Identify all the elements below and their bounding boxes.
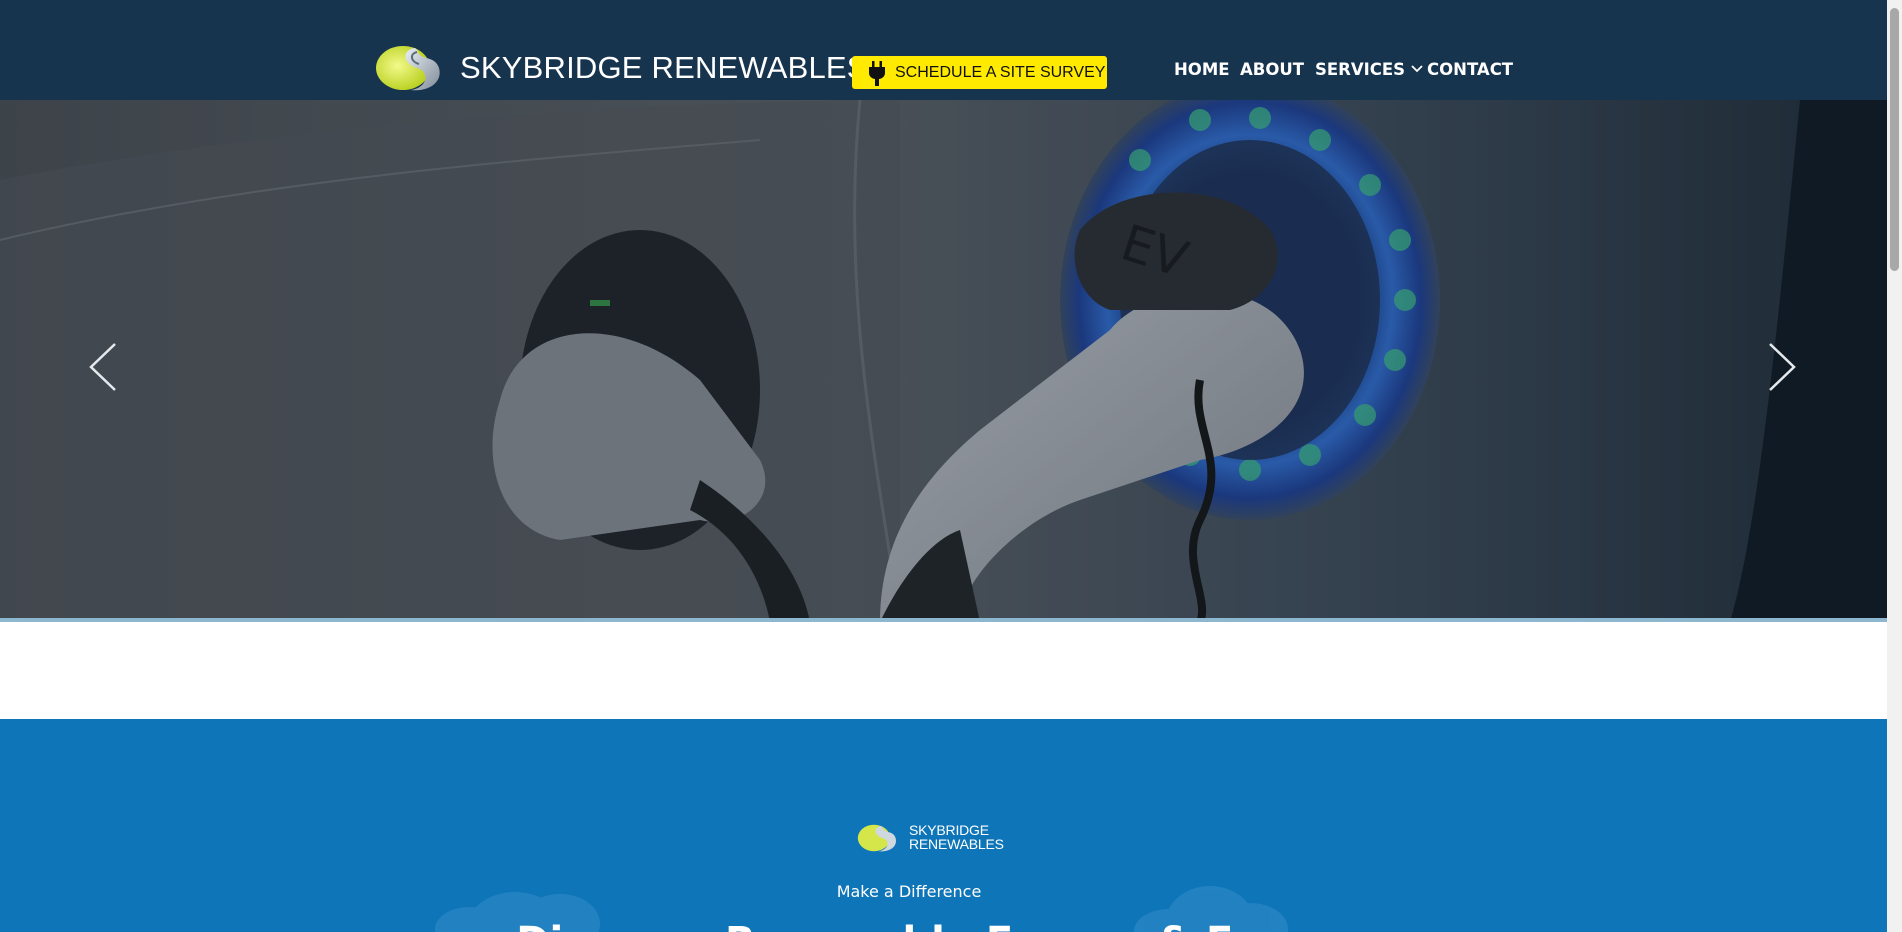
skybridge-logo[interactable] xyxy=(373,42,453,94)
mini-brand-line1: SKYBRIDGE xyxy=(909,822,989,838)
site-header: SKYBRIDGE RENEWABLES SCHEDULE A SITE SUR… xyxy=(0,0,1887,100)
plug-icon xyxy=(869,61,885,86)
spacer-section xyxy=(0,622,1887,719)
nav-services-label: SERVICES xyxy=(1315,60,1406,79)
chevron-right-icon[interactable] xyxy=(1766,340,1800,394)
chevron-left-icon[interactable] xyxy=(85,340,119,394)
scrollbar-thumb[interactable] xyxy=(1890,8,1899,271)
nav-services[interactable]: SERVICES xyxy=(1315,60,1423,79)
hero-slider: EV xyxy=(0,100,1887,622)
brand-name[interactable]: SKYBRIDGE RENEWABLES xyxy=(460,50,868,86)
mini-brand-line2: RENEWABLES xyxy=(909,836,1004,852)
intro-section: SKYBRIDGE RENEWABLES Make a Difference D… xyxy=(0,719,1887,932)
page-scrollbar[interactable] xyxy=(1887,0,1902,932)
nav-home[interactable]: HOME xyxy=(1174,60,1230,79)
chevron-down-icon xyxy=(1411,65,1423,73)
nav-contact[interactable]: CONTACT xyxy=(1427,60,1513,79)
hero-ev-charging-image: EV xyxy=(0,100,1887,622)
nav-about[interactable]: ABOUT xyxy=(1240,60,1304,79)
schedule-site-survey-button[interactable]: SCHEDULE A SITE SURVEY xyxy=(852,56,1107,89)
cta-label: SCHEDULE A SITE SURVEY xyxy=(895,64,1106,81)
section-heading: Discover Renewable Energy & Ev... xyxy=(0,919,1818,932)
skybridge-mini-logo xyxy=(857,824,897,852)
mini-brand-name: SKYBRIDGE RENEWABLES xyxy=(909,823,1004,851)
tagline: Make a Difference xyxy=(836,882,982,901)
